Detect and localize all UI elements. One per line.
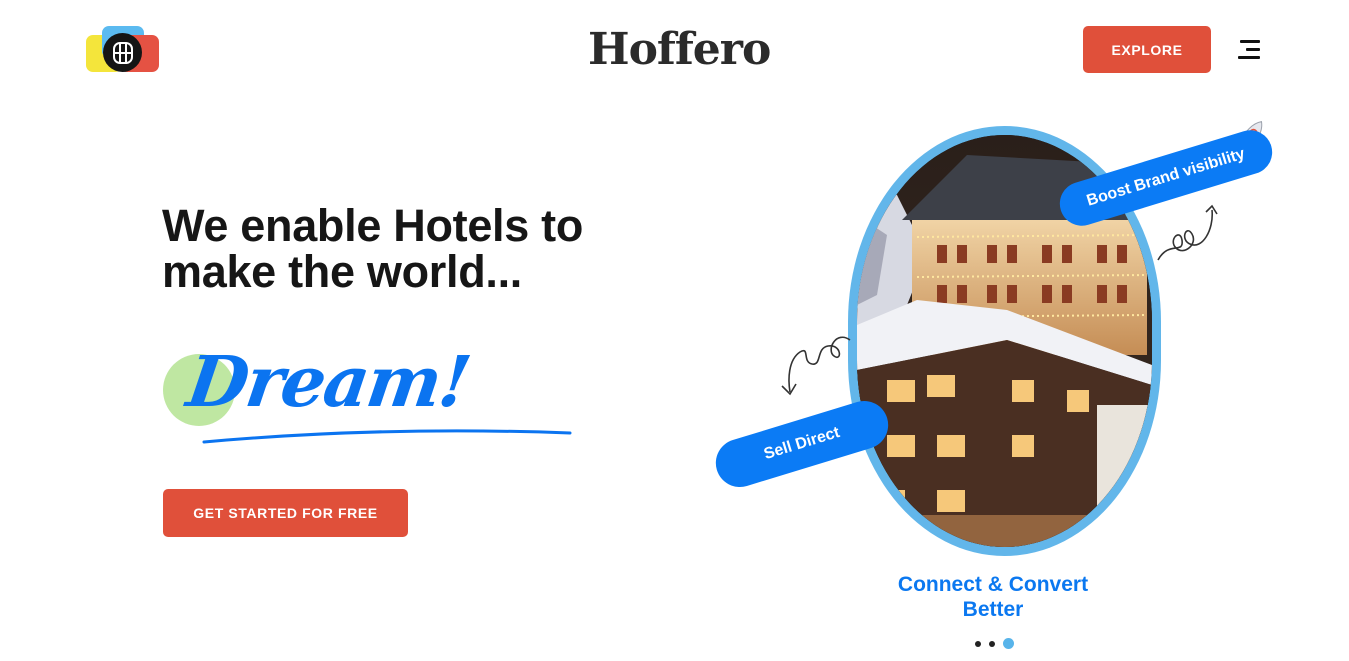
hero-headline: We enable Hotels to make the world... xyxy=(162,200,584,297)
dream-highlight: Dream! xyxy=(162,340,582,450)
slide-caption-line1: Connect & Convert xyxy=(897,573,1089,596)
slide-caption-line2: Better xyxy=(962,598,1024,621)
slide-dot-1[interactable] xyxy=(975,641,981,647)
slide-dots xyxy=(972,638,1016,650)
slide-dot-2[interactable] xyxy=(989,641,995,647)
brand-logo-icon xyxy=(103,33,142,72)
slide-caption: Connect & Convert Better xyxy=(860,572,1126,622)
brand-logo[interactable] xyxy=(86,26,160,74)
sell-direct-pill: Sell Direct xyxy=(709,395,895,493)
get-started-button[interactable]: GET STARTED FOR FREE xyxy=(163,489,408,537)
slide-dot-3[interactable] xyxy=(1003,638,1014,649)
hamburger-menu-icon[interactable] xyxy=(1238,40,1260,60)
explore-button[interactable]: EXPLORE xyxy=(1083,26,1211,73)
curly-arrow-icon-left xyxy=(781,336,851,396)
brand-wordmark[interactable]: Hoffero xyxy=(588,24,771,76)
underline-swoosh xyxy=(202,429,572,444)
curly-arrow-icon xyxy=(1157,204,1218,261)
